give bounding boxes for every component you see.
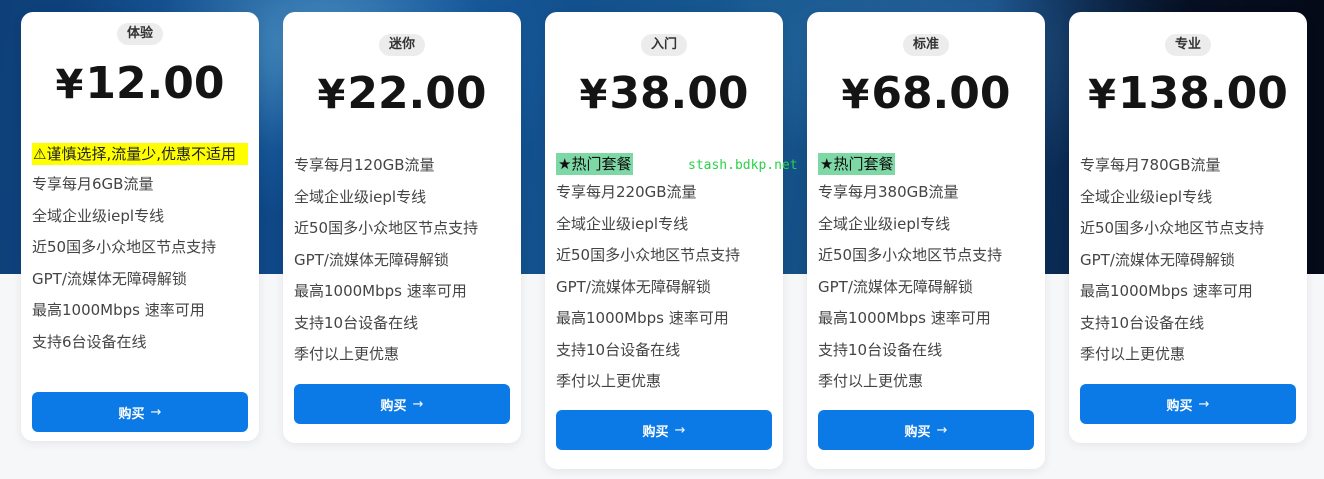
feature-item: 最高1000Mbps 速率可用 [32,301,205,319]
feature-item: GPT/流媒体无障碍解锁 [32,269,187,288]
feature-item: 专享每月6GB流量 [32,175,154,193]
feature-item: 近50国多小众地区节点支持 [294,219,479,237]
currency-symbol: ¥ [579,72,608,118]
buy-button[interactable]: 购买 → [294,384,510,424]
buy-button[interactable]: 购买 → [1080,384,1296,424]
buy-button[interactable]: 购买 → [818,410,1034,450]
feature-item: 最高1000Mbps 速率可用 [1080,282,1253,300]
buy-button[interactable]: 购买 → [32,392,248,432]
feature-item: 季付以上更优惠 [818,372,924,390]
plan-card-pro: 专业 ¥138.00 专享每月780GB流量 全域企业级iepl专线 近50国多… [1069,12,1307,443]
plan-badge: 标准 [902,34,950,56]
buy-button-label: 购买 [118,406,145,422]
feature-item: 支持10台设备在线 [1080,313,1205,332]
currency-symbol: ¥ [1088,72,1117,118]
feature-item: 最高1000Mbps 速率可用 [818,309,991,327]
feature-list: 专享每月120GB流量 全域企业级iepl专线 近50国多小众地区节点支持 GP… [294,150,510,371]
buy-button-label: 购买 [904,424,931,440]
feature-item: 专享每月380GB流量 [818,183,959,201]
feature-list: ⚠谨慎选择,流量少,优惠不适用 专享每月6GB流量 全域企业级iepl专线 近5… [32,143,248,358]
buy-button[interactable]: 购买 → [556,410,772,450]
feature-item: GPT/流媒体无障碍解锁 [818,277,973,296]
currency-symbol: ¥ [317,72,346,118]
arrow-right-icon: → [1198,396,1210,412]
plan-card-starter: 入门 ¥38.00 ★热门套餐 专享每月220GB流量 全域企业级iepl专线 … [545,12,783,469]
arrow-right-icon: → [674,422,686,438]
feature-item: 全域企业级iepl专线 [556,214,689,233]
feature-item: 最高1000Mbps 速率可用 [556,309,729,327]
feature-item: 支持6台设备在线 [32,332,147,351]
price-value: 22.00 [347,68,487,119]
feature-item: 近50国多小众地区节点支持 [818,246,1003,264]
plan-price: ¥138.00 [1069,68,1307,119]
feature-item: 专享每月780GB流量 [1080,156,1221,174]
feature-item: 专享每月220GB流量 [556,183,697,201]
buy-button-label: 购买 [380,398,407,414]
currency-symbol: ¥ [841,72,870,118]
feature-item: 季付以上更优惠 [1080,345,1186,363]
price-value: 38.00 [609,68,749,119]
feature-item: 季付以上更优惠 [294,345,400,363]
arrow-right-icon: → [936,422,948,438]
plan-card-trial: 体验 ¥12.00 ⚠谨慎选择,流量少,优惠不适用 专享每月6GB流量 全域企业… [21,12,259,441]
price-value: 138.00 [1118,68,1288,119]
hot-plan-row: ★热门套餐 [818,151,1034,177]
buy-button-label: 购买 [642,424,669,440]
plan-badge: 体验 [116,23,164,45]
feature-item: 全域企业级iepl专线 [1080,187,1213,206]
feature-item: 近50国多小众地区节点支持 [1080,219,1265,237]
feature-list: ★热门套餐 专享每月220GB流量 全域企业级iepl专线 近50国多小众地区节… [556,151,772,398]
feature-item: GPT/流媒体无障碍解锁 [556,277,711,296]
arrow-right-icon: → [412,396,424,412]
plan-price: ¥12.00 [21,58,259,109]
watermark-text: stash.bdkp.net [688,158,798,173]
feature-item: 全域企业级iepl专线 [32,206,165,225]
hot-plan-badge: ★热门套餐 [556,153,634,175]
feature-item: 支持10台设备在线 [556,340,681,359]
feature-item: 近50国多小众地区节点支持 [556,246,741,264]
price-value: 68.00 [871,68,1011,119]
arrow-right-icon: → [150,404,162,420]
warning-notice: ⚠谨慎选择,流量少,优惠不适用 [32,143,248,165]
plan-price: ¥38.00 [545,68,783,119]
buy-button-label: 购买 [1166,398,1193,414]
plan-badge: 专业 [1164,34,1212,56]
feature-list: 专享每月780GB流量 全域企业级iepl专线 近50国多小众地区节点支持 GP… [1080,150,1296,371]
plan-badge: 入门 [640,34,688,56]
price-value: 12.00 [85,58,225,109]
feature-item: 近50国多小众地区节点支持 [32,238,217,256]
feature-item: 全域企业级iepl专线 [818,214,951,233]
feature-item: GPT/流媒体无障碍解锁 [294,250,449,269]
plan-price: ¥68.00 [807,68,1045,119]
plan-price: ¥22.00 [283,68,521,119]
feature-item: 支持10台设备在线 [818,340,943,359]
feature-item: 全域企业级iepl专线 [294,187,427,206]
feature-item: GPT/流媒体无障碍解锁 [1080,250,1235,269]
plan-badge: 迷你 [378,34,426,56]
feature-item: 专享每月120GB流量 [294,156,435,174]
feature-item: 季付以上更优惠 [556,372,662,390]
currency-symbol: ¥ [55,62,84,108]
feature-item: 支持10台设备在线 [294,313,419,332]
feature-list: ★热门套餐 专享每月380GB流量 全域企业级iepl专线 近50国多小众地区节… [818,151,1034,398]
hot-plan-badge: ★热门套餐 [818,153,896,175]
plan-card-mini: 迷你 ¥22.00 专享每月120GB流量 全域企业级iepl专线 近50国多小… [283,12,521,443]
plan-card-standard: 标准 ¥68.00 ★热门套餐 专享每月380GB流量 全域企业级iepl专线 … [807,12,1045,469]
feature-item: 最高1000Mbps 速率可用 [294,282,467,300]
